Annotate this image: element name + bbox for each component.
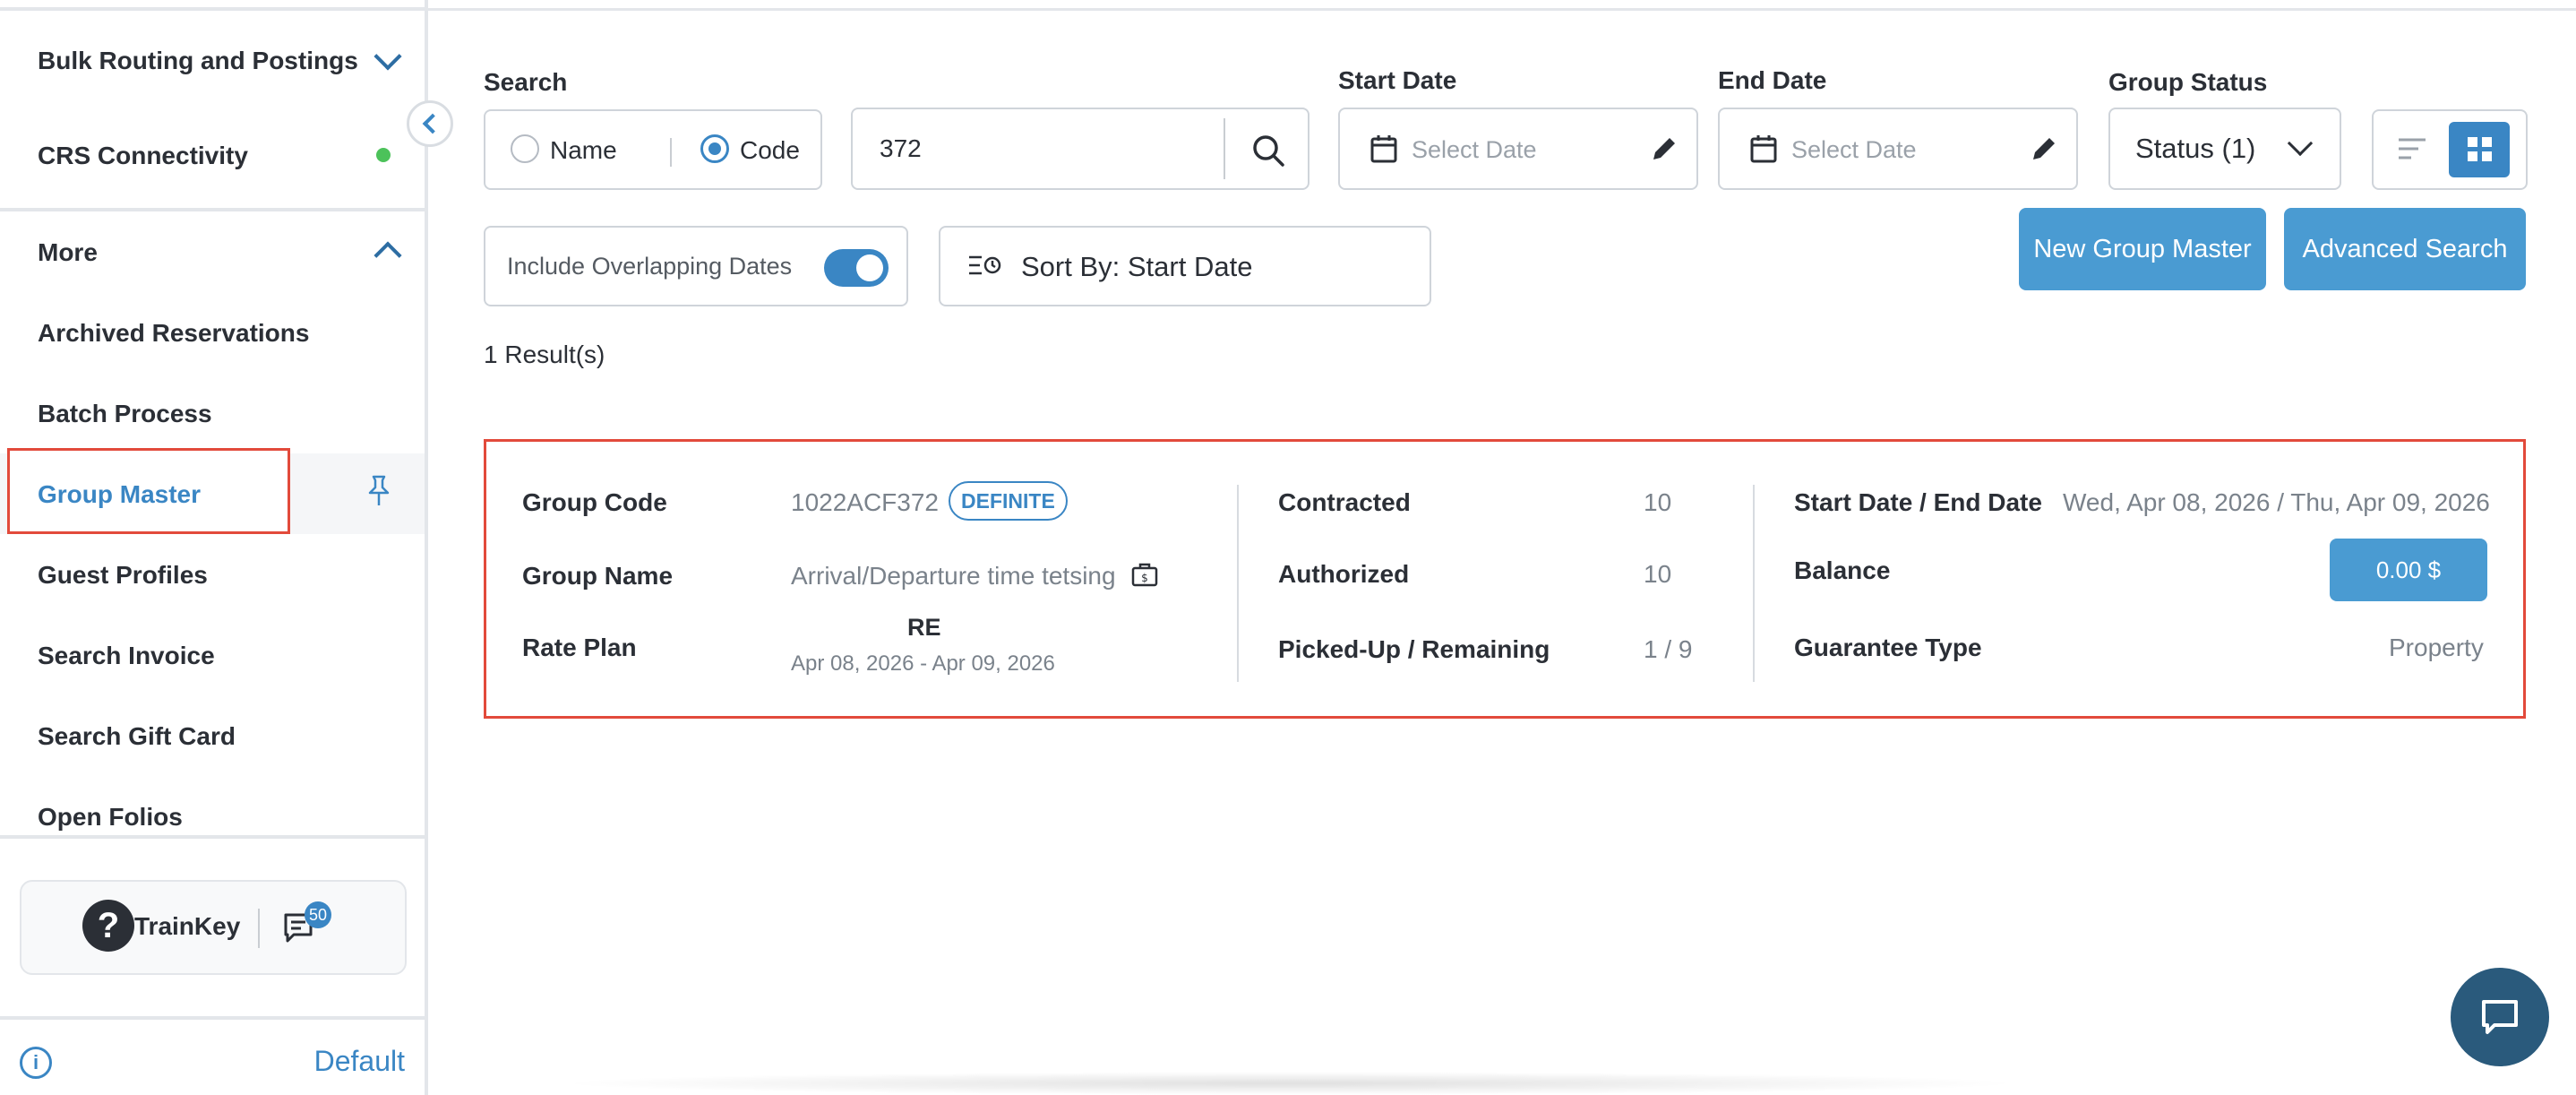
group-name-label: Group Name xyxy=(522,562,674,590)
new-group-master-button[interactable]: New Group Master xyxy=(2019,208,2266,290)
sidebar-divider xyxy=(0,208,425,211)
sidebar-item-search-invoice[interactable]: Search Invoice xyxy=(38,642,215,670)
guarantee-value: Property xyxy=(2389,634,2484,661)
advanced-search-button[interactable]: Advanced Search xyxy=(2284,208,2526,290)
balance-label: Balance xyxy=(1794,556,1891,584)
chevron-down-icon[interactable] xyxy=(2287,130,2314,157)
trainkey-card[interactable]: ? TrainKey 50 xyxy=(20,880,407,975)
authorized-value: 10 xyxy=(1644,560,1672,588)
grid-view-icon xyxy=(2468,137,2492,161)
balance-button[interactable]: 0.00 $ xyxy=(2330,539,2487,601)
picked-up-value: 1 / 9 xyxy=(1644,635,1693,663)
chat-fab-button[interactable] xyxy=(2451,968,2549,1066)
default-link[interactable]: Default xyxy=(314,1045,405,1078)
radio-name-label[interactable]: Name xyxy=(550,136,617,165)
group-code-value: 1022ACF372 xyxy=(791,488,940,516)
svg-text:$: $ xyxy=(1141,572,1148,584)
edit-icon[interactable] xyxy=(2030,134,2058,163)
radio-code-label[interactable]: Code xyxy=(740,136,800,165)
sidebar-item-group-master[interactable]: Group Master xyxy=(38,480,201,509)
messages-badge: 50 xyxy=(305,901,331,928)
view-toggle xyxy=(2372,109,2528,190)
search-input-value[interactable]: 372 xyxy=(880,134,922,163)
sort-select[interactable]: Sort By: Start Date xyxy=(939,226,1431,306)
sidebar: Bulk Routing and Postings CRS Connectivi… xyxy=(0,0,428,1095)
end-date-placeholder[interactable]: Select Date xyxy=(1791,136,1917,164)
sidebar-section-more[interactable]: More xyxy=(38,238,98,267)
dates-value: Wed, Apr 08, 2026 / Thu, Apr 09, 2026 xyxy=(2063,488,2490,516)
group-code-label: Group Code xyxy=(522,488,667,516)
sidebar-item-guest-profiles[interactable]: Guest Profiles xyxy=(38,561,208,590)
radio-divider xyxy=(670,138,672,167)
contracted-label: Contracted xyxy=(1278,488,1411,516)
sidebar-item-archived-reservations[interactable]: Archived Reservations xyxy=(38,319,309,348)
sidebar-item-search-gift-card[interactable]: Search Gift Card xyxy=(38,722,236,751)
dates-label: Start Date / End Date xyxy=(1794,488,2042,516)
end-date-label: End Date xyxy=(1718,66,1827,94)
info-icon[interactable]: i xyxy=(20,1047,52,1079)
start-date-field[interactable]: Select Date xyxy=(1338,108,1698,190)
calendar-icon xyxy=(1750,135,1777,163)
status-dot-icon xyxy=(376,148,391,162)
sort-clock-icon xyxy=(969,255,1001,275)
search-label: Search xyxy=(484,68,568,96)
sidebar-divider xyxy=(0,835,425,839)
sidebar-item-crs-connectivity[interactable]: CRS Connectivity xyxy=(38,142,248,170)
calendar-icon xyxy=(1370,135,1397,163)
end-date-field[interactable]: Select Date xyxy=(1718,108,2078,190)
card-divider xyxy=(1237,485,1239,682)
group-result-card[interactable]: Group Code 1022ACF372 DEFINITE Group Nam… xyxy=(484,439,2526,719)
rate-plan-dates: Apr 08, 2026 - Apr 09, 2026 xyxy=(791,651,1055,676)
bottom-shadow xyxy=(555,1072,2024,1095)
include-overlapping-toggle[interactable] xyxy=(824,249,889,287)
search-input[interactable]: 372 xyxy=(851,108,1309,190)
chat-icon xyxy=(2482,1000,2518,1034)
pin-icon[interactable] xyxy=(365,475,392,507)
chevron-down-icon[interactable] xyxy=(374,42,402,71)
sidebar-collapse-button[interactable] xyxy=(407,100,453,147)
search-mode-group: Name Code xyxy=(484,109,822,190)
sidebar-item-bulk-routing[interactable]: Bulk Routing and Postings xyxy=(38,47,358,75)
group-status-select[interactable]: Status (1) xyxy=(2108,108,2341,190)
edit-icon[interactable] xyxy=(1650,134,1679,163)
sidebar-top-divider xyxy=(0,0,428,11)
include-overlapping-box: Include Overlapping Dates xyxy=(484,226,908,306)
radio-code[interactable] xyxy=(700,134,729,163)
main-top-divider xyxy=(428,0,2576,11)
group-status-value[interactable]: Status (1) xyxy=(2135,133,2255,165)
help-icon[interactable]: ? xyxy=(82,900,134,952)
card-divider xyxy=(1753,485,1755,682)
search-icon[interactable] xyxy=(1250,133,1286,168)
trainkey-label[interactable]: TrainKey xyxy=(134,912,240,941)
group-status-label: Group Status xyxy=(2108,68,2268,96)
briefcase-icon[interactable]: $ xyxy=(1131,562,1158,587)
list-view-button[interactable] xyxy=(2381,122,2442,177)
start-date-label: Start Date xyxy=(1338,66,1457,94)
picked-up-label: Picked-Up / Remaining xyxy=(1278,635,1550,663)
group-name-value: Arrival/Departure time tetsing xyxy=(791,562,1116,590)
guarantee-label: Guarantee Type xyxy=(1794,634,1982,661)
trainkey-divider xyxy=(258,909,260,948)
sidebar-item-batch-process[interactable]: Batch Process xyxy=(38,400,212,428)
chevron-left-icon xyxy=(422,113,443,134)
chevron-up-icon[interactable] xyxy=(374,241,402,270)
list-view-icon xyxy=(2399,138,2426,160)
rate-plan-code: RE xyxy=(907,614,941,641)
include-overlapping-label: Include Overlapping Dates xyxy=(507,253,793,280)
grid-view-button[interactable] xyxy=(2449,122,2510,177)
sidebar-item-open-folios[interactable]: Open Folios xyxy=(38,803,183,832)
contracted-value: 10 xyxy=(1644,488,1672,516)
sidebar-footer: i Default xyxy=(0,1016,425,1095)
search-divider xyxy=(1224,118,1225,179)
radio-name[interactable] xyxy=(511,134,539,163)
results-count: 1 Result(s) xyxy=(484,341,605,368)
authorized-label: Authorized xyxy=(1278,560,1410,588)
sort-value[interactable]: Sort By: Start Date xyxy=(1021,251,1252,283)
start-date-placeholder[interactable]: Select Date xyxy=(1412,136,1537,164)
rate-plan-label: Rate Plan xyxy=(522,634,637,661)
status-badge: DEFINITE xyxy=(949,481,1068,521)
